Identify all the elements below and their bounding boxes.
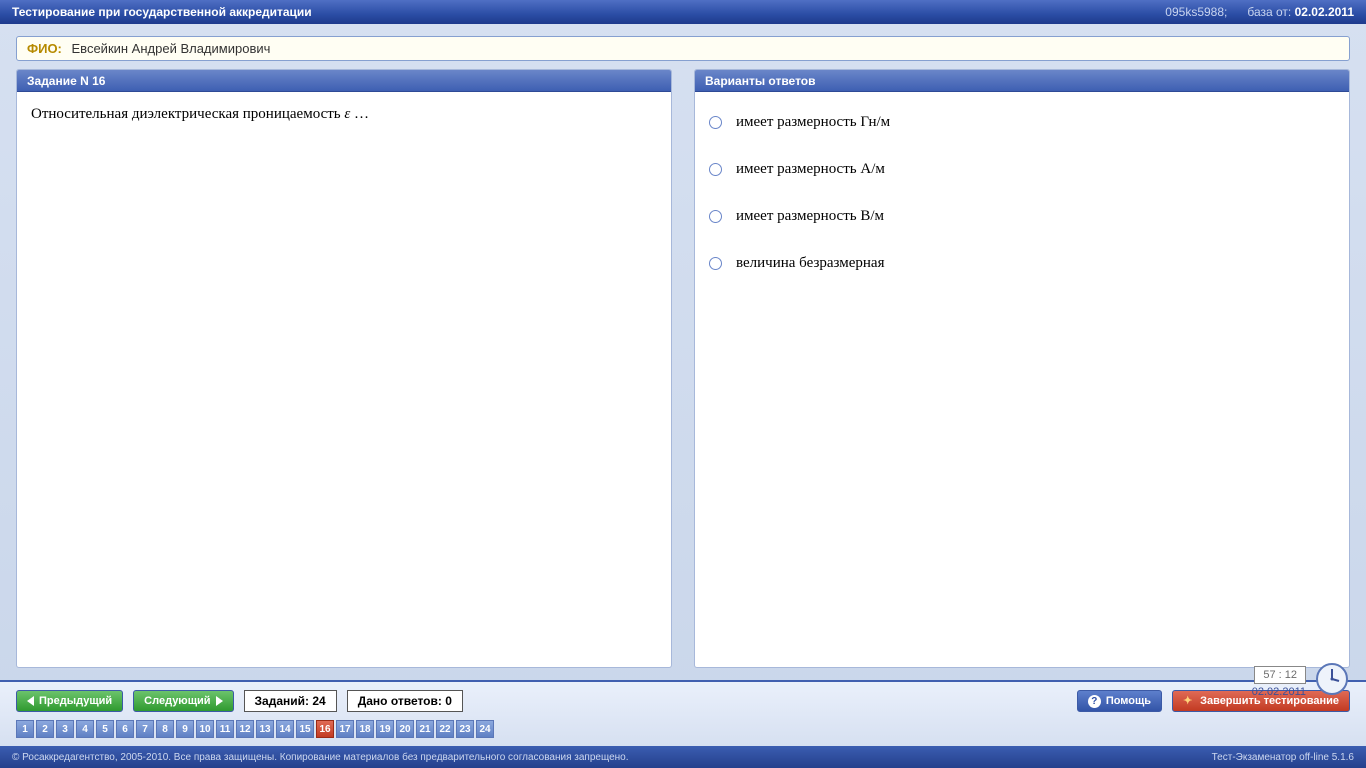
answered-count-box: Дано ответов: 0 xyxy=(347,690,463,712)
fio-box: ФИО: Евсейкин Андрей Владимирович xyxy=(16,36,1350,61)
question-mark-icon: ? xyxy=(1088,695,1101,708)
answer-option[interactable]: имеет размерность В/м xyxy=(709,208,1335,225)
question-nav-button[interactable]: 14 xyxy=(276,720,294,738)
bottom-bar: Предыдущий Следующий Заданий: 24 Дано от… xyxy=(0,680,1366,746)
question-nav-button[interactable]: 11 xyxy=(216,720,234,738)
question-text-pre: Относительная диэлектрическая проницаемо… xyxy=(31,106,344,122)
running-person-icon xyxy=(1183,695,1195,707)
question-pane: Задание N 16 Относительная диэлектрическ… xyxy=(16,69,672,668)
copyright-text: © Росаккредагентство, 2005-2010. Все пра… xyxy=(12,752,629,763)
question-nav-button[interactable]: 20 xyxy=(396,720,414,738)
question-nav-button[interactable]: 9 xyxy=(176,720,194,738)
arrow-left-icon xyxy=(27,696,34,706)
current-date: 02.02.2011 xyxy=(1252,686,1306,698)
elapsed-time: 57 : 12 xyxy=(1254,666,1306,684)
radio-icon[interactable] xyxy=(709,163,722,176)
answers-pane: Варианты ответов имеет размерность Гн/ми… xyxy=(694,69,1350,668)
question-nav-button[interactable]: 6 xyxy=(116,720,134,738)
db-info: база от: 02.02.2011 xyxy=(1247,5,1354,19)
question-numbers-row: 123456789101112131415161718192021222324 xyxy=(16,720,1350,738)
question-nav-button[interactable]: 16 xyxy=(316,720,334,738)
next-button[interactable]: Следующий xyxy=(133,690,233,712)
question-nav-button[interactable]: 12 xyxy=(236,720,254,738)
question-nav-button[interactable]: 5 xyxy=(96,720,114,738)
fio-label: ФИО: xyxy=(27,41,62,56)
answer-text: имеет размерность Гн/м xyxy=(736,114,890,131)
app-version: Тест-Экзаменатор off-line 5.1.6 xyxy=(1212,752,1354,763)
answers-header: Варианты ответов xyxy=(695,70,1349,92)
arrow-right-icon xyxy=(216,696,223,706)
radio-icon[interactable] xyxy=(709,210,722,223)
radio-icon[interactable] xyxy=(709,116,722,129)
title-bar: Тестирование при государственной аккреди… xyxy=(0,0,1366,24)
question-nav-button[interactable]: 19 xyxy=(376,720,394,738)
fio-row: ФИО: Евсейкин Андрей Владимирович xyxy=(16,36,1350,61)
question-nav-button[interactable]: 8 xyxy=(156,720,174,738)
question-nav-button[interactable]: 15 xyxy=(296,720,314,738)
question-nav-button[interactable]: 17 xyxy=(336,720,354,738)
question-nav-button[interactable]: 23 xyxy=(456,720,474,738)
question-nav-button[interactable]: 18 xyxy=(356,720,374,738)
answers-body: имеет размерность Гн/м имеет размерность … xyxy=(695,92,1349,667)
question-nav-button[interactable]: 21 xyxy=(416,720,434,738)
answer-text: имеет размерность В/м xyxy=(736,208,884,225)
clock-icon xyxy=(1314,661,1350,702)
question-nav-button[interactable]: 24 xyxy=(476,720,494,738)
radio-icon[interactable] xyxy=(709,257,722,270)
question-header: Задание N 16 xyxy=(17,70,671,92)
copyright-bar: © Росаккредагентство, 2005-2010. Все пра… xyxy=(0,746,1366,768)
answer-text: имеет размерность А/м xyxy=(736,161,885,178)
question-text-post: … xyxy=(350,106,369,122)
question-nav-button[interactable]: 1 xyxy=(16,720,34,738)
session-id: 095ks5988; xyxy=(1165,5,1227,19)
question-nav-button[interactable]: 10 xyxy=(196,720,214,738)
answer-option[interactable]: имеет размерность А/м xyxy=(709,161,1335,178)
fio-name: Евсейкин Андрей Владимирович xyxy=(72,41,271,56)
question-nav-button[interactable]: 13 xyxy=(256,720,274,738)
total-count-box: Заданий: 24 xyxy=(244,690,337,712)
question-nav-button[interactable]: 2 xyxy=(36,720,54,738)
answer-text: величина безразмерная xyxy=(736,255,884,272)
prev-button[interactable]: Предыдущий xyxy=(16,690,123,712)
answer-option[interactable]: величина безразмерная xyxy=(709,255,1335,272)
question-body: Относительная диэлектрическая проницаемо… xyxy=(17,92,671,667)
question-nav-button[interactable]: 4 xyxy=(76,720,94,738)
content-columns: Задание N 16 Относительная диэлектрическ… xyxy=(0,69,1366,680)
nav-row: Предыдущий Следующий Заданий: 24 Дано от… xyxy=(16,690,1350,712)
question-nav-button[interactable]: 7 xyxy=(136,720,154,738)
app-title: Тестирование при государственной аккреди… xyxy=(12,5,312,19)
answer-option[interactable]: имеет размерность Гн/м xyxy=(709,114,1335,131)
help-button[interactable]: ? Помощь xyxy=(1077,690,1162,712)
clock-area: 57 : 12 02.02.2011 xyxy=(1252,661,1350,702)
question-nav-button[interactable]: 22 xyxy=(436,720,454,738)
question-nav-button[interactable]: 3 xyxy=(56,720,74,738)
